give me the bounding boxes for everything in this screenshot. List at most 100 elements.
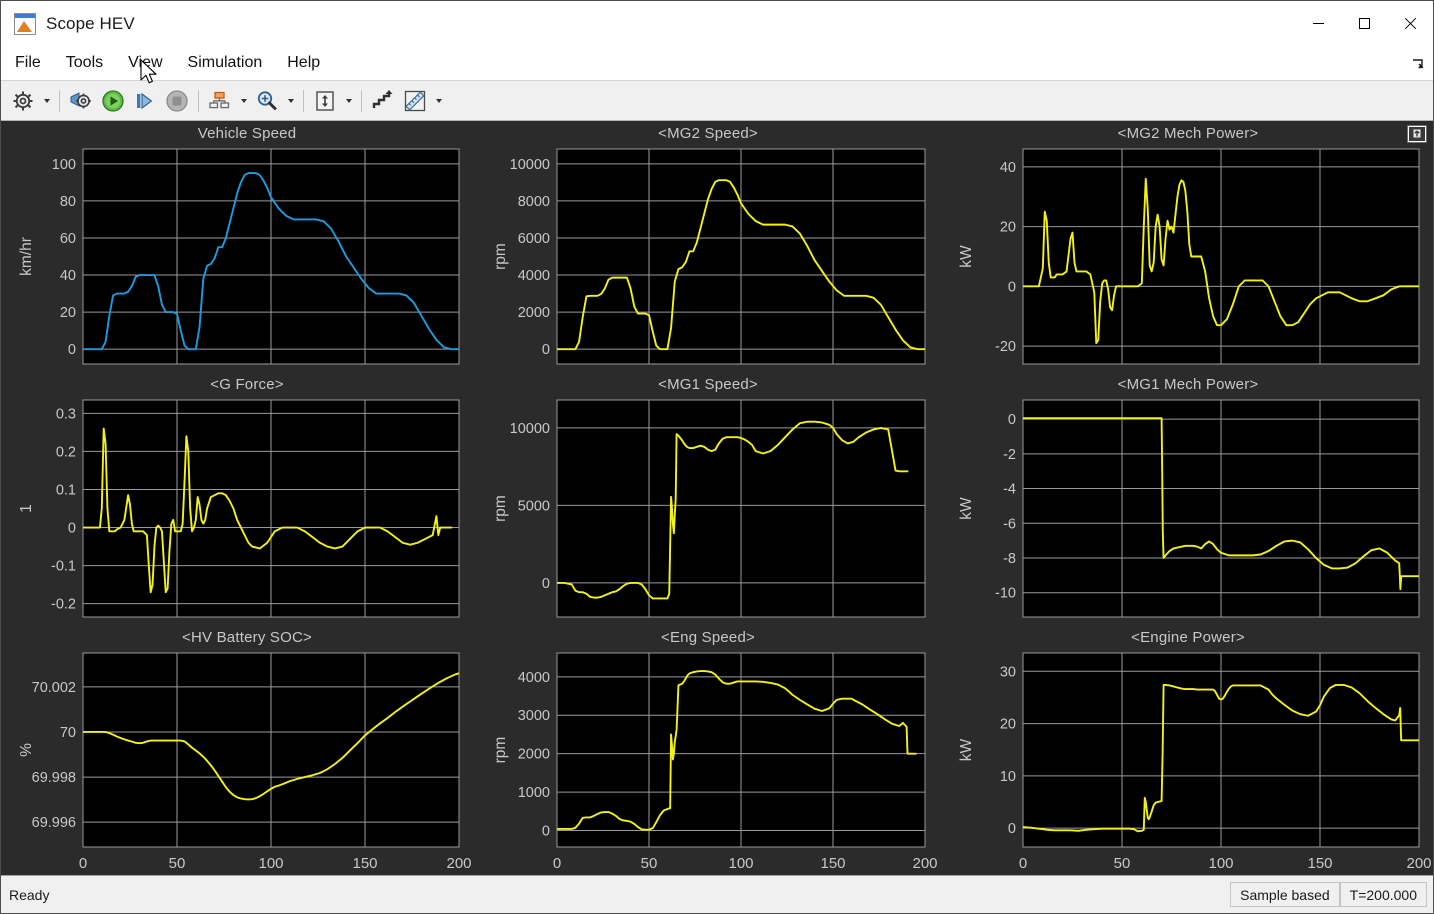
window-title: Scope HEV: [46, 13, 135, 33]
svg-text:150: 150: [1307, 855, 1332, 872]
svg-text:70.002: 70.002: [32, 680, 76, 696]
toolbar-separator: [303, 89, 304, 112]
menu-tools[interactable]: Tools: [55, 52, 114, 74]
configuration-properties-button[interactable]: [7, 85, 39, 117]
svg-text:100: 100: [52, 157, 76, 173]
svg-text:0: 0: [79, 855, 87, 872]
menu-bar: File Tools View Simulation Help: [1, 46, 1433, 81]
menu-simulation[interactable]: Simulation: [177, 52, 274, 74]
stop-button[interactable]: [161, 85, 193, 117]
svg-text:rpm: rpm: [492, 737, 509, 764]
svg-text:0: 0: [542, 823, 550, 839]
svg-text:50: 50: [1114, 855, 1131, 872]
svg-text:80: 80: [60, 194, 76, 210]
svg-text:1: 1: [18, 504, 35, 513]
svg-text:-20: -20: [995, 339, 1016, 355]
title-bar: Scope HEV: [1, 1, 1433, 46]
close-button[interactable]: [1387, 1, 1433, 46]
svg-text:0: 0: [542, 342, 550, 358]
svg-text:0: 0: [1008, 279, 1016, 295]
chart-mg2-speed[interactable]: <MG2 Speed> 0 2000 4000 6000 8000 10000 rpm: [475, 121, 941, 372]
zoom-in-button[interactable]: [251, 85, 283, 117]
run-button[interactable]: [97, 85, 129, 117]
signal-selection-dropdown-caret[interactable]: [236, 85, 251, 117]
svg-text:10000: 10000: [510, 421, 550, 437]
chart-hv-battery-soc[interactable]: <HV Battery SOC> 69.996 69.998 70 70.002 0 50 1…: [1, 625, 475, 875]
chevron-down-icon: [240, 98, 247, 103]
svg-text:3000: 3000: [518, 708, 550, 724]
simulink-scope-gear-icon: [70, 91, 91, 108]
svg-text:4000: 4000: [518, 268, 550, 284]
svg-text:200: 200: [1406, 855, 1431, 872]
menu-file[interactable]: File: [4, 52, 52, 74]
svg-text:50: 50: [169, 855, 186, 872]
model-hierarchy-icon: [209, 91, 230, 108]
svg-text:100: 100: [1208, 855, 1233, 872]
chart-canvas: -0.2 -0.1 0 0.1 0.2 0.3 1: [18, 399, 460, 618]
play-icon: [102, 89, 124, 112]
svg-text:40: 40: [1000, 160, 1016, 176]
svg-text:70: 70: [60, 725, 76, 741]
configuration-dropdown-caret[interactable]: [39, 85, 54, 117]
simulink-model-button[interactable]: [65, 85, 97, 117]
status-bar: Ready Sample based T=200.000: [1, 875, 1433, 913]
svg-text:2000: 2000: [518, 747, 550, 763]
svg-text:0.2: 0.2: [56, 444, 76, 460]
svg-text:-0.1: -0.1: [51, 559, 76, 575]
svg-text:0: 0: [1008, 412, 1016, 428]
svg-text:kW: kW: [958, 497, 975, 520]
svg-text:rpm: rpm: [492, 495, 509, 522]
step-forward-button[interactable]: [129, 85, 161, 117]
gear-icon: [13, 91, 33, 110]
toolbar-separator: [361, 89, 362, 112]
svg-text:100: 100: [728, 855, 753, 872]
menu-expander-arrow-icon[interactable]: [1411, 57, 1425, 71]
svg-text:200: 200: [446, 855, 471, 872]
svg-text:200: 200: [912, 855, 937, 872]
maximize-button[interactable]: [1341, 1, 1387, 46]
svg-text:-0.2: -0.2: [51, 597, 76, 613]
chart-mg1-speed[interactable]: <MG1 Speed> 0 5000 10000 rpm: [475, 372, 941, 625]
svg-text:-8: -8: [1003, 551, 1016, 567]
status-frame-mode: Sample based: [1230, 882, 1340, 907]
chart-canvas: 0 2000 4000 6000 8000 10000 rpm: [492, 148, 926, 365]
chart-g-force[interactable]: <G Force> -0.2 -0.1 0 0.1 0.2 0.3 1: [1, 372, 475, 625]
svg-text:20: 20: [1000, 717, 1016, 733]
svg-text:40: 40: [60, 268, 76, 284]
svg-text:69.998: 69.998: [32, 770, 76, 786]
svg-text:0: 0: [542, 576, 550, 592]
svg-text:10000: 10000: [510, 157, 550, 173]
svg-text:0.3: 0.3: [56, 406, 76, 422]
toolbar: [1, 81, 1433, 121]
svg-text:10: 10: [1000, 769, 1016, 785]
svg-text:20: 20: [60, 305, 76, 321]
toolbar-separator: [59, 89, 60, 112]
chart-vehicle-speed[interactable]: Vehicle Speed 0 20 40 60 80 100 km/hr: [1, 121, 475, 372]
svg-text:150: 150: [352, 855, 377, 872]
measurements-dropdown-caret[interactable]: [431, 85, 446, 117]
menu-view[interactable]: View: [117, 52, 173, 74]
autoscale-dropdown-caret[interactable]: [341, 85, 356, 117]
svg-text:4000: 4000: [518, 670, 550, 686]
window-controls: [1295, 1, 1433, 46]
zoom-dropdown-caret[interactable]: [283, 85, 298, 117]
svg-text:20: 20: [1000, 220, 1016, 236]
signal-selection-button[interactable]: [204, 85, 236, 117]
menu-help[interactable]: Help: [276, 52, 331, 74]
close-icon: [1404, 17, 1417, 30]
status-message: Ready: [9, 886, 50, 903]
autoscale-button[interactable]: [309, 85, 341, 117]
zoom-in-magnifier-icon: [257, 90, 277, 110]
chart-canvas: -10 -8 -6 -4 -2 0 kW: [958, 399, 1420, 618]
svg-text:km/hr: km/hr: [18, 237, 35, 276]
chart-engine-power[interactable]: <Engine Power> 0 10 20 30 0 50 100 150 200 kW: [941, 625, 1433, 875]
style-button[interactable]: [367, 85, 399, 117]
measurements-button[interactable]: [399, 85, 431, 117]
svg-text:kW: kW: [958, 245, 975, 268]
minimize-button[interactable]: [1295, 1, 1341, 46]
chart-mg1-mech-power[interactable]: <MG1 Mech Power> -10 -8 -6 -4 -2 0 kW: [941, 372, 1433, 625]
chart-mg2-mech-power[interactable]: <MG2 Mech Power> -20 0 20 40 kW: [941, 121, 1433, 372]
stop-icon: [166, 89, 188, 112]
chart-eng-speed[interactable]: <Eng Speed> 0 1000 2000 3000 4000 0 50 100 150 200…: [475, 625, 941, 875]
chart-canvas: 0 20 40 60 80 100 km/hr: [18, 148, 460, 365]
